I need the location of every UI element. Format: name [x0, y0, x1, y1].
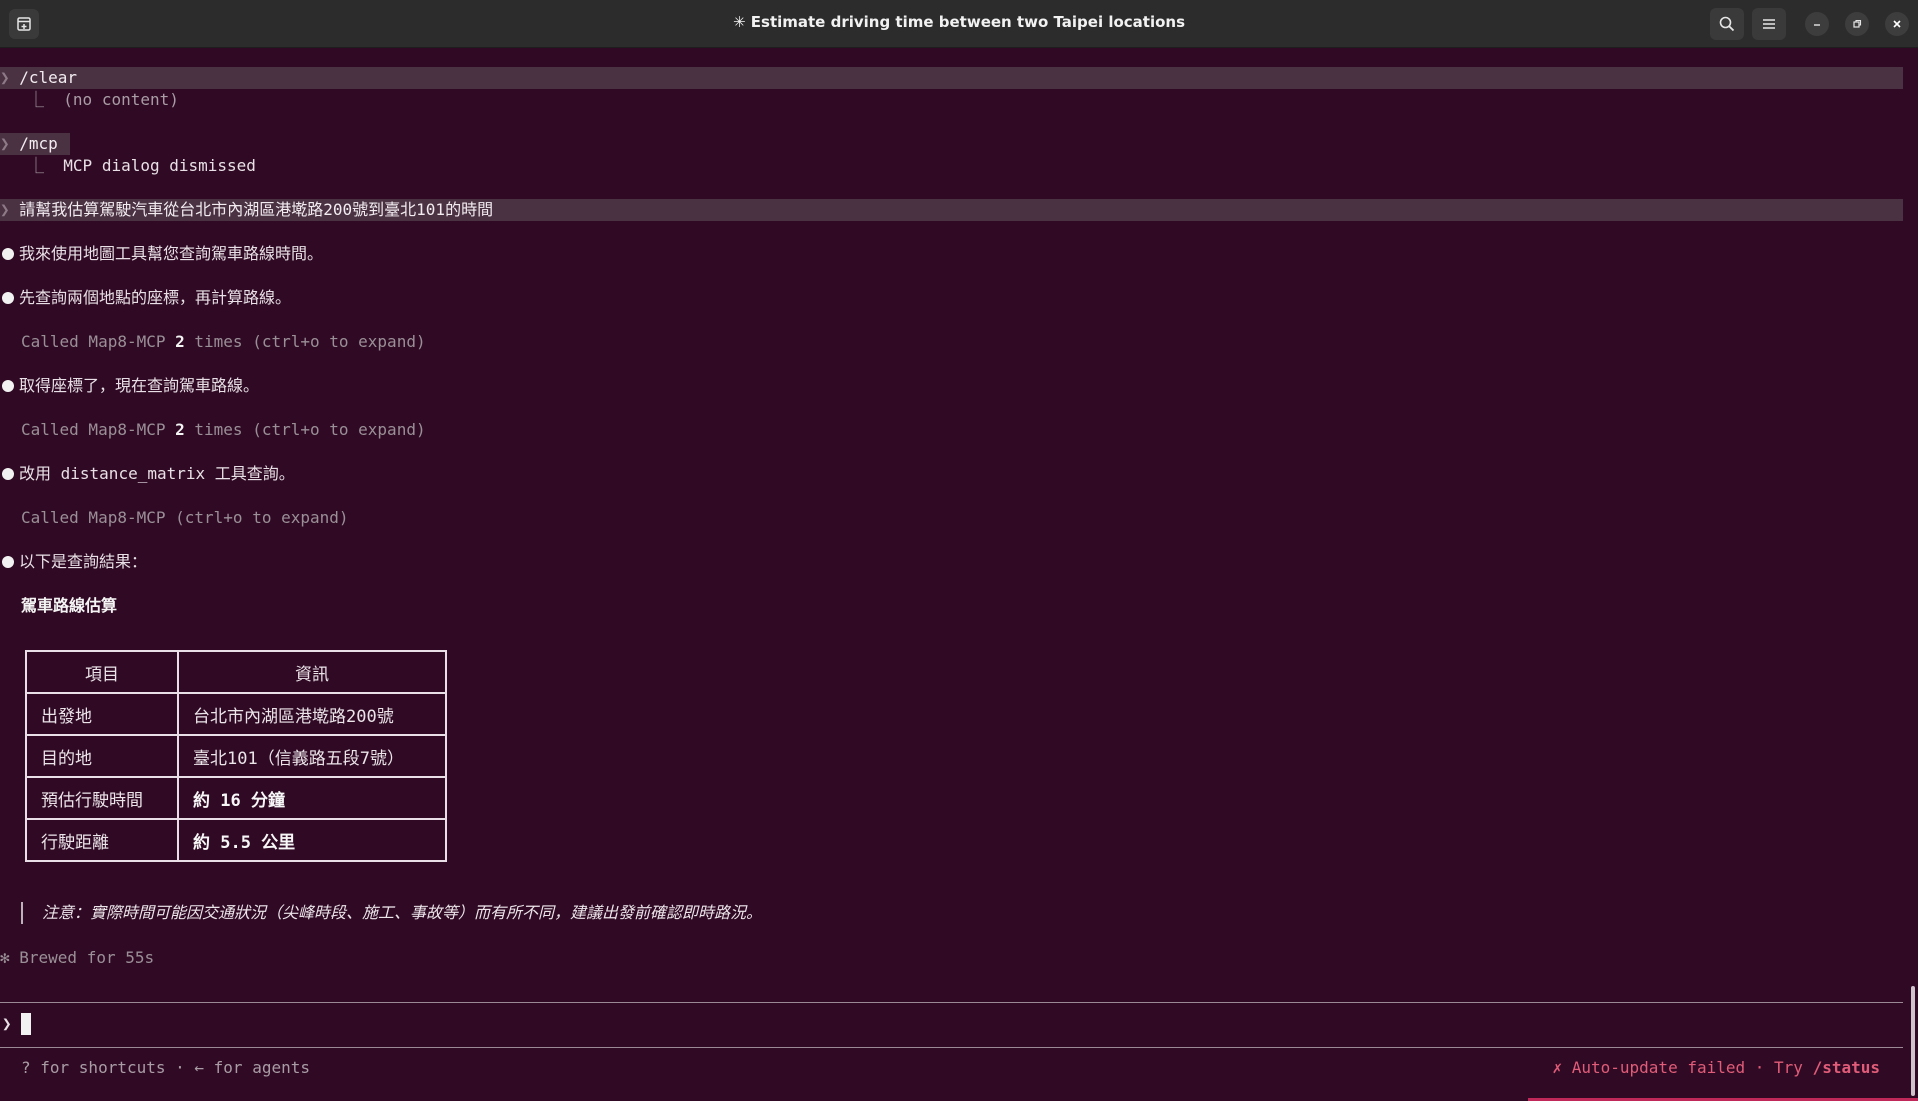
assistant-message: 以下是查詢結果： [0, 551, 147, 573]
auto-update-status: ✗ Auto-update failed · Try /status [1552, 1058, 1880, 1077]
blockquote-bar [21, 902, 23, 924]
title-bar: ✳ Estimate driving time between two Taip… [0, 0, 1918, 48]
user-prompt: ❯ 請幫我估算駕駛汽車從台北市內湖區港墘路200號到臺北101的時間 [0, 200, 494, 219]
command-result: ⎿ MCP dialog dismissed [28, 156, 256, 175]
shortcuts-hint: ? for shortcuts · ← for agents [21, 1058, 310, 1077]
input-bottom-border [0, 1047, 1903, 1048]
bullet-icon [2, 468, 14, 480]
table-cell-info: 臺北101（信義路五段7號） [177, 734, 447, 778]
tool-call-summary[interactable]: Called Map8-MCP (ctrl+o to expand) [21, 507, 349, 529]
close-button[interactable] [1885, 12, 1909, 36]
table-header-cell: 資訊 [177, 650, 447, 694]
table-cell-info: 台北市內湖區港墘路200號 [177, 692, 447, 736]
command-line-mcp: ❯ /mcp [0, 133, 58, 155]
prompt-chevron-icon: ❯ [2, 1014, 12, 1033]
minimize-icon [1814, 24, 1820, 26]
assistant-message: 我來使用地圖工具幫您查詢駕車路線時間。 [0, 243, 323, 265]
table-cell-info: 約 16 分鐘 [177, 776, 447, 820]
table-cell-item: 預估行駛時間 [25, 776, 179, 820]
table-row: 出發地 台北市內湖區港墘路200號 [25, 692, 447, 736]
table-header-row: 項目 資訊 [25, 650, 447, 694]
search-icon [1719, 16, 1735, 32]
input-cursor[interactable] [21, 1013, 31, 1035]
tree-branch-icon: ⎿ [28, 90, 64, 109]
command-text: /mcp [19, 134, 58, 153]
table-row: 預估行駛時間 約 16 分鐘 [25, 776, 447, 820]
assistant-message: 先查詢兩個地點的座標，再計算路線。 [0, 287, 291, 309]
table-cell-info: 約 5.5 公里 [177, 818, 447, 862]
table-cell-item: 目的地 [25, 734, 179, 778]
prompt-chevron-icon: ❯ [0, 68, 20, 87]
assistant-message: 取得座標了，現在查詢駕車路線。 [0, 375, 259, 397]
table-cell-item: 行駛距離 [25, 818, 179, 862]
table-header-cell: 項目 [25, 650, 179, 694]
result-table: 項目 資訊 出發地 台北市內湖區港墘路200號 目的地 臺北101（信義路五段7… [25, 650, 447, 862]
table-cell-item: 出發地 [25, 692, 179, 736]
close-icon [1893, 20, 1901, 28]
bullet-icon [2, 292, 14, 304]
bullet-icon [2, 556, 14, 568]
restore-icon [1853, 19, 1862, 28]
status-command[interactable]: /status [1813, 1058, 1880, 1077]
inline-code: distance_matrix [60, 464, 206, 483]
bullet-icon [2, 380, 14, 392]
menu-icon [1763, 19, 1775, 29]
command-line-clear: ❯ /clear [0, 67, 77, 89]
table-row: 行駛距離 約 5.5 公里 [25, 818, 447, 862]
result-heading: 駕車路線估算 [21, 596, 118, 615]
command-entry-clear [0, 67, 1903, 89]
restore-button[interactable] [1845, 12, 1869, 36]
table-row: 目的地 臺北101（信義路五段7號） [25, 734, 447, 778]
window-title: ✳ Estimate driving time between two Taip… [732, 13, 1186, 31]
search-button[interactable] [1710, 8, 1744, 40]
assistant-message: 改用 distance_matrix 工具查詢。 [0, 463, 295, 485]
menu-button[interactable] [1752, 8, 1786, 40]
tool-call-summary[interactable]: Called Map8-MCP 2 times (ctrl+o to expan… [21, 419, 426, 441]
prompt-chevron-icon: ❯ [0, 200, 20, 219]
command-text: /clear [19, 68, 78, 87]
note-quote: 注意：實際時間可能因交通狀況（尖峰時段、施工、事故等）而有所不同，建議出發前確認… [42, 903, 763, 922]
input-top-border [0, 1002, 1903, 1003]
minimize-button[interactable] [1805, 12, 1829, 36]
command-result: ⎿ (no content) [28, 90, 179, 109]
tree-branch-icon: ⎿ [28, 156, 64, 175]
tool-call-summary[interactable]: Called Map8-MCP 2 times (ctrl+o to expan… [21, 331, 426, 353]
bullet-icon [2, 248, 14, 260]
brewed-status: ✻ Brewed for 55s [0, 948, 155, 967]
scrollbar[interactable] [1911, 986, 1915, 1096]
sparkle-icon: ✻ [0, 948, 20, 967]
prompt-chevron-icon: ❯ [0, 134, 20, 153]
